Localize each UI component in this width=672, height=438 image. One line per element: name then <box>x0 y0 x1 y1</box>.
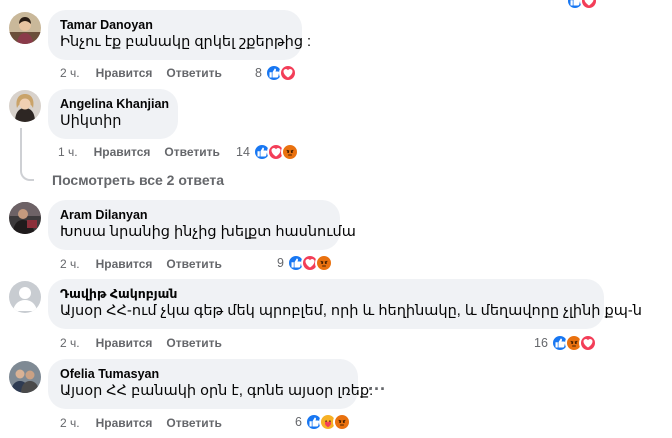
angry-face-icon <box>314 254 333 272</box>
avatar[interactable] <box>9 90 41 122</box>
more-options-button[interactable]: ... <box>368 374 386 395</box>
comment-time[interactable]: 2 ч. <box>60 336 80 350</box>
avatar[interactable] <box>9 281 41 313</box>
reaction-summary[interactable]: 14 <box>236 143 299 161</box>
reaction-summary[interactable]: 8 <box>255 64 297 82</box>
comment-actions: 2 ч. Нравится Ответить <box>60 416 222 430</box>
reaction-count: 8 <box>255 66 262 80</box>
reaction-summary[interactable]: 9 <box>277 254 333 272</box>
reaction-count: 6 <box>295 415 302 429</box>
reaction-count: 14 <box>236 145 250 159</box>
comment-bubble: Tamar Danoyan Ինչու էք բանակը զրկել շքեր… <box>48 10 312 60</box>
comment-author[interactable]: Դավիթ Հակոբյան <box>60 286 592 302</box>
comment-bubble: Ofelia Tumasyan Այսօր ՀՀ բանակի օրն է, գ… <box>48 359 374 409</box>
comment-time[interactable]: 1 ч. <box>58 145 78 159</box>
reply-button[interactable]: Ответить <box>164 145 219 159</box>
comment-text: Խոսա նրանից ինչից խելքտ հասնումա <box>60 224 356 240</box>
heart-icon <box>578 334 597 352</box>
comment-time[interactable]: 2 ч. <box>60 257 80 271</box>
like-button[interactable]: Нравится <box>96 416 153 430</box>
comment-author[interactable]: Ofelia Tumasyan <box>60 366 346 382</box>
comment-author[interactable]: Angelina Khanjian <box>60 96 169 112</box>
comment-actions: 2 ч. Нравится Ответить <box>60 66 222 80</box>
reaction-summary[interactable]: 6 <box>295 413 351 431</box>
comment-time[interactable]: 2 ч. <box>60 416 80 430</box>
reaction-summary[interactable]: 16 <box>534 334 597 352</box>
like-button[interactable]: Нравится <box>96 336 153 350</box>
reply-button[interactable]: Ответить <box>166 66 221 80</box>
view-all-replies-link[interactable]: Посмотреть все 2 ответа <box>52 172 224 188</box>
like-button[interactable]: Нравится <box>94 145 151 159</box>
like-button[interactable]: Нравится <box>96 257 153 271</box>
comment-author[interactable]: Tamar Danoyan <box>60 17 290 33</box>
avatar[interactable] <box>9 202 41 234</box>
comment-bubble: Aram Dilanyan Խոսա նրանից ինչից խելքտ հա… <box>48 200 356 250</box>
reaction-count: 9 <box>277 256 284 270</box>
reply-button[interactable]: Ответить <box>166 336 221 350</box>
avatar[interactable] <box>9 12 41 44</box>
comment-actions: 2 ч. Нравится Ответить <box>60 257 222 271</box>
comment-text: Այսօր ՀՀ բանակի օրն է, գոնե այսօր լռեք: <box>60 383 374 399</box>
comment-time[interactable]: 2 ч. <box>60 66 80 80</box>
angry-face-icon <box>280 143 299 161</box>
angry-face-icon <box>332 413 351 431</box>
thread-connector-line <box>20 128 34 181</box>
comment-bubble: Դավիթ Հակոբյան Այսօր ՀՀ-ում չկա գեթ մեկ … <box>48 279 642 329</box>
comment-text: Ինչու էք բանակը զրկել շքերթից : <box>60 34 312 50</box>
comment-actions: 1 ч. Нравится Ответить <box>58 145 220 159</box>
previous-comment-reactions[interactable] <box>566 0 598 10</box>
reaction-count: 16 <box>534 336 548 350</box>
comment-author[interactable]: Aram Dilanyan <box>60 207 328 223</box>
comment-actions: 2 ч. Нравится Ответить <box>60 336 222 350</box>
heart-icon <box>580 0 598 10</box>
comment-text: Այսօր ՀՀ-ում չկա գեթ մեկ պրոբլեմ, որի և … <box>60 303 642 319</box>
comment-bubble: Angelina Khanjian Սիկտիր <box>48 89 178 139</box>
heart-icon <box>278 64 297 82</box>
avatar[interactable] <box>9 361 41 393</box>
like-button[interactable]: Нравится <box>96 66 153 80</box>
reply-button[interactable]: Ответить <box>166 257 221 271</box>
reply-button[interactable]: Ответить <box>166 416 221 430</box>
comment-text: Սիկտիր <box>60 113 122 129</box>
